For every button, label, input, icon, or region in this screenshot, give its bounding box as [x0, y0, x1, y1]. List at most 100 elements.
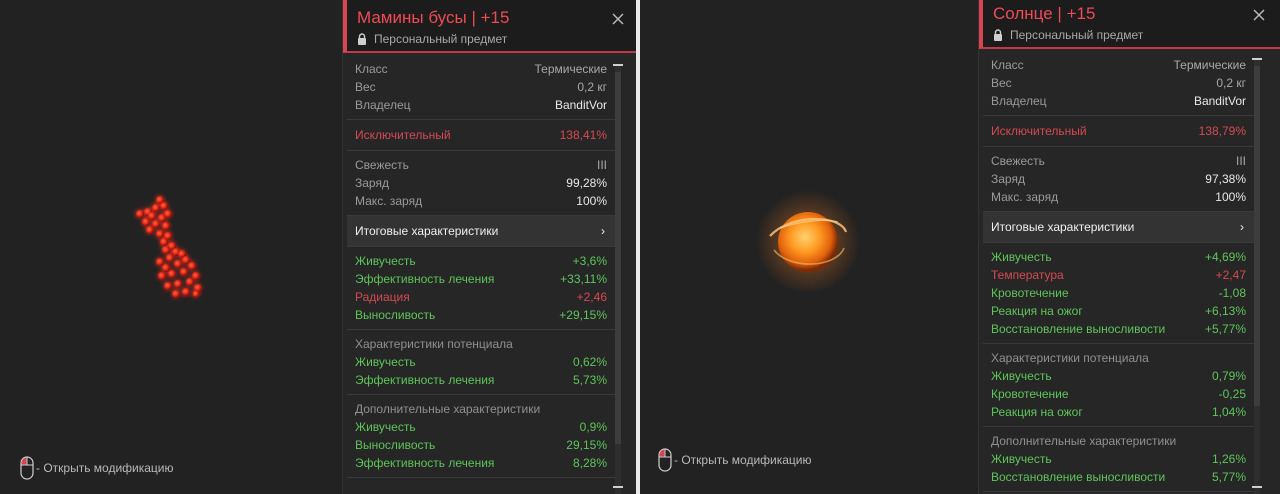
stat-row: Эффективность лечения 5,73%	[355, 371, 607, 389]
stat-label: Свежесть	[355, 158, 409, 172]
stat-row: Класс Термические	[991, 56, 1246, 74]
stat-row: Выносливость +29,15%	[355, 306, 607, 324]
stat-value: +2,46	[576, 290, 607, 304]
summary-label: Итоговые характеристики	[355, 224, 499, 238]
item-pane-right: - Открыть модификацию Солнце | +15 Персо…	[640, 0, 1280, 494]
stat-row: Владелец BanditVor	[991, 92, 1246, 110]
stat-label: Живучесть	[355, 420, 416, 434]
stat-label: Реакция на ожог	[991, 405, 1083, 419]
stat-row: Живучесть 1,26%	[991, 450, 1246, 468]
stat-row: Вес 0,2 кг	[355, 78, 607, 96]
stat-label: Макс. заряд	[355, 194, 423, 208]
scrollbar-cap-bottom	[613, 486, 623, 488]
stat-label: Эффективность лечения	[355, 456, 495, 470]
stat-row: Температура +2,47	[991, 266, 1246, 284]
tooltip-scrollbar[interactable]	[613, 64, 623, 494]
stat-row: Выносливость 29,15%	[355, 436, 607, 454]
mouse-icon	[658, 448, 672, 472]
chevron-right-icon: ›	[1240, 220, 1244, 234]
tooltip-header: Солнце | +15 Персональный предмет	[979, 0, 1280, 49]
stat-row: Свежесть III	[355, 156, 607, 174]
tooltip-scrollbar[interactable]	[1252, 58, 1262, 494]
stat-label: Вес	[355, 80, 376, 94]
scrollbar-thumb[interactable]	[615, 72, 621, 444]
stat-value: 1,04%	[1211, 405, 1246, 419]
hint-text: - Открыть модификацию	[674, 453, 812, 467]
item-3d-viewer[interactable]: - Открыть модификацию	[640, 0, 980, 494]
stat-label: Свежесть	[991, 154, 1045, 168]
stat-value: -1,08	[1218, 286, 1246, 300]
lock-icon	[994, 29, 1002, 41]
stat-row: Живучесть +4,69%	[991, 248, 1246, 266]
scrollbar-thumb[interactable]	[1254, 66, 1260, 406]
summary-stats-button[interactable]: Итоговые характеристики ›	[347, 216, 617, 247]
stat-value: 100%	[1215, 190, 1246, 204]
stat-value: 1,26%	[1211, 452, 1246, 466]
stat-label: Живучесть	[991, 250, 1052, 264]
stat-row: Вес 0,2 кг	[991, 74, 1246, 92]
stat-label: Температура	[991, 268, 1064, 282]
tooltip-header: Мамины бусы | +15 Персональный предмет	[343, 0, 636, 53]
close-icon[interactable]	[611, 12, 625, 26]
exceptional-row: Исключительный 138,41%	[355, 126, 607, 144]
beads-item-image	[136, 196, 202, 298]
stat-row: Свежесть III	[991, 152, 1246, 170]
stat-row: Радиация +2,46	[355, 288, 607, 306]
stat-value: III	[1235, 154, 1246, 168]
stat-label: Выносливость	[355, 438, 436, 452]
exceptional-section: Исключительный 138,41%	[347, 120, 617, 151]
stat-row: Заряд 97,38%	[991, 170, 1246, 188]
tooltip-content[interactable]: Класс Термические Вес 0,2 кг Владелец BanditV…	[347, 55, 617, 494]
item-title: Солнце | +15	[993, 4, 1280, 24]
stat-value: 0,62%	[572, 355, 607, 369]
stat-label: Эффективность лечения	[355, 373, 495, 387]
close-icon[interactable]	[1252, 8, 1266, 22]
scrollbar-cap-bottom	[1252, 486, 1262, 488]
stat-label: Класс	[991, 58, 1024, 72]
stat-row: Восстановление выносливости 5,77%	[991, 468, 1246, 486]
stat-label: Владелец	[991, 94, 1047, 108]
stat-value: BanditVor	[554, 98, 607, 112]
stat-value: +4,69%	[1204, 250, 1246, 264]
stat-value: -0,25	[1218, 387, 1246, 401]
stat-value: Термические	[1173, 58, 1246, 72]
exceptional-label: Исключительный	[991, 124, 1087, 138]
stat-row: Реакция на ожог 1,04%	[991, 403, 1246, 421]
extra-stats-title: Дополнительные характеристики	[355, 402, 541, 416]
item-name: Солнце	[993, 4, 1053, 23]
item-upgrade-level: +15	[1066, 4, 1096, 23]
tooltip-content[interactable]: Класс Термические Вес 0,2 кг Владелец BanditV…	[983, 51, 1256, 494]
personal-item-text: Персональный предмет	[374, 32, 508, 46]
stat-label: Живучесть	[991, 369, 1052, 383]
stat-row: Эффективность лечения 8,28%	[355, 454, 607, 472]
stat-label: Макс. заряд	[991, 190, 1059, 204]
stat-value: 29,15%	[566, 438, 607, 452]
stat-label: Класс	[355, 62, 388, 76]
summary-stats-button[interactable]: Итоговые характеристики ›	[983, 212, 1256, 243]
item-title: Мамины бусы | +15	[357, 8, 636, 28]
personal-item-label: Персональный предмет	[993, 28, 1280, 42]
stat-label: Реакция на ожог	[991, 304, 1083, 318]
stat-row: Кровотечение -0,25	[991, 385, 1246, 403]
stat-value: 8,28%	[572, 456, 607, 470]
stat-label: Кровотечение	[991, 286, 1069, 300]
stat-label: Заряд	[991, 172, 1025, 186]
scrollbar-cap-top	[613, 64, 623, 66]
potential-stats-section: Характеристики потенциала Живучесть 0,62% Э…	[347, 330, 617, 395]
item-3d-viewer[interactable]: - Открыть модификацию	[0, 0, 345, 494]
stat-value: 0,2 кг	[1216, 76, 1246, 90]
stat-value: Термические	[534, 62, 607, 76]
stat-row: Кровотечение -1,08	[991, 284, 1246, 302]
item-upgrade-level: +15	[480, 8, 510, 27]
exceptional-value: 138,79%	[1198, 124, 1246, 138]
exceptional-section: Исключительный 138,79%	[983, 116, 1256, 147]
personal-item-label: Персональный предмет	[357, 32, 636, 46]
stat-row: Макс. заряд 100%	[355, 192, 607, 210]
stat-label: Владелец	[355, 98, 411, 112]
exceptional-row: Исключительный 138,79%	[991, 122, 1246, 140]
potential-stats-title: Характеристики потенциала	[991, 351, 1149, 365]
stat-value: 0,79%	[1211, 369, 1246, 383]
stat-row: Заряд 99,28%	[355, 174, 607, 192]
item-state-section: Свежесть III Заряд 99,28% Макс. заряд 100%	[347, 151, 617, 216]
stat-label: Восстановление выносливости	[991, 470, 1166, 484]
